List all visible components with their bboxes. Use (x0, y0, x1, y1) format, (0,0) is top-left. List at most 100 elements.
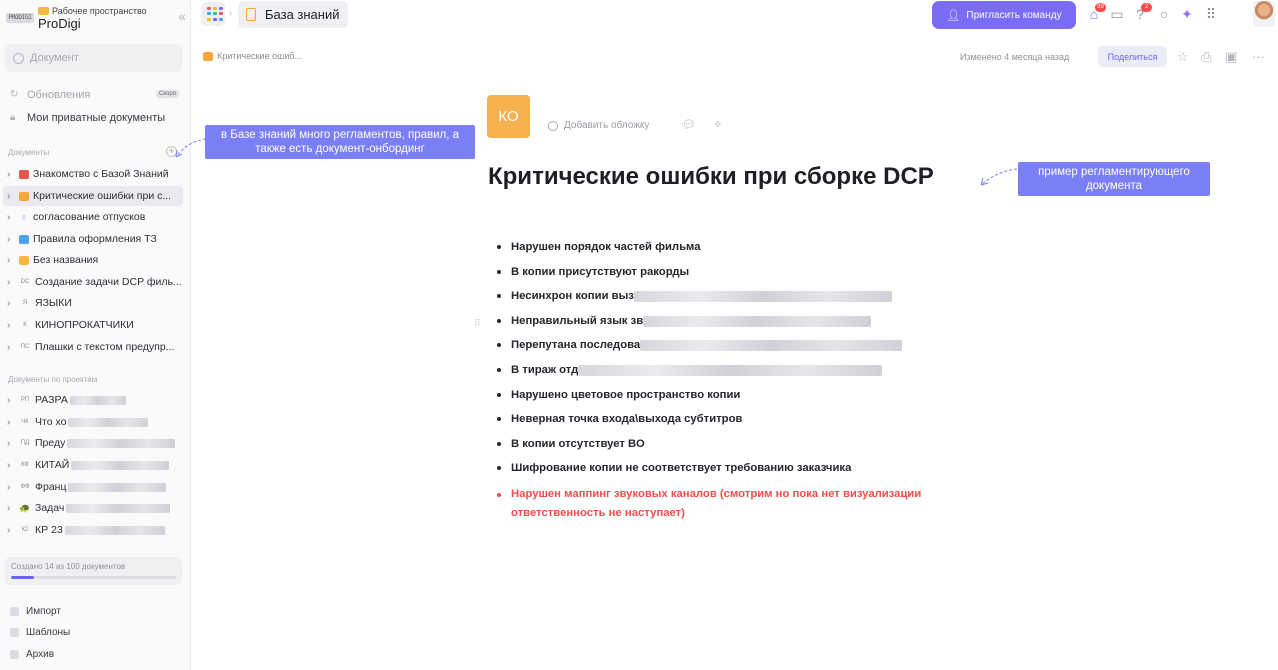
chevron-right-icon[interactable]: › (7, 525, 17, 536)
chevron-right-icon[interactable]: › (7, 482, 17, 493)
workspace-switcher[interactable]: PRODIGI Рабочее пространство ProDigi (6, 2, 186, 34)
list-item[interactable]: В тираж отд (497, 364, 883, 376)
document-initials-icon: ПС (20, 343, 30, 350)
search-box[interactable] (5, 44, 182, 72)
tree-item[interactable]: › Знакомство с Базой Знаний (3, 164, 183, 184)
add-cover-button[interactable]: Добавить обложку (548, 120, 649, 131)
more-icon[interactable]: ··· (1252, 49, 1265, 64)
list-item-text: Шифрование копии не соответствует требов… (511, 462, 852, 474)
chevron-right-icon[interactable]: › (7, 169, 17, 180)
chevron-right-icon[interactable]: › (7, 234, 17, 245)
home-icon[interactable]: ⌂ 99 (1086, 3, 1106, 22)
sidebar-item-label: Мои приватные документы (27, 112, 166, 124)
share-button[interactable]: Поделиться (1098, 46, 1167, 67)
sparkle-icon[interactable]: ✧ (713, 118, 722, 131)
tab-knowledge-base[interactable]: База знаний (238, 1, 348, 28)
tree-item[interactable]: › 🐢 Задач (3, 498, 183, 518)
document-initials-icon: ЧК (21, 418, 29, 425)
blurred-text (633, 290, 892, 302)
import-link[interactable]: Импорт (10, 606, 61, 617)
bullet-dot (497, 393, 501, 397)
collapse-sidebar-icon[interactable]: « (178, 8, 186, 24)
apps-grid-icon[interactable] (201, 2, 225, 26)
list-item[interactable]: В копии отсутствует ВО (497, 438, 645, 450)
search-icon (13, 52, 24, 64)
tree-item[interactable]: › Я ЯЗЫКИ (3, 293, 183, 313)
quota-text: Создано 14 из 100 документов (11, 562, 126, 571)
chevron-right-icon[interactable]: › (7, 212, 17, 223)
tree-item[interactable]: › ПД Преду (3, 433, 183, 453)
document-initials-icon: К2 (21, 526, 29, 533)
list-item[interactable]: Перепутана последова (497, 339, 903, 351)
blurred-text (71, 460, 170, 470)
invite-team-button[interactable]: 👤︎ Пригласить команду (932, 1, 1076, 29)
chevron-right-icon[interactable]: › (7, 298, 17, 309)
tree-item-label: Создание задачи DCP филь... (35, 276, 182, 288)
search-icon[interactable]: ○ (1156, 6, 1172, 22)
list-item-text: Неправильный язык зв (511, 315, 644, 327)
save-icon[interactable]: ▣ (1225, 49, 1237, 65)
tree-item-active[interactable]: › Критические ошибки при с... (3, 186, 183, 206)
sidebar-item-private-docs[interactable]: 🔒︎ Мои приватные документы (10, 110, 165, 126)
list-item[interactable]: Нарушено цветовое пространство копии (497, 389, 740, 401)
sidebar-item-updates[interactable]: ↻ Обновления (10, 87, 90, 103)
chevron-right-icon[interactable]: › (7, 417, 17, 428)
tree-item[interactable]: › РП РАЗРА (3, 390, 183, 410)
folder-icon[interactable]: ▭ (1109, 6, 1125, 22)
list-item[interactable]: Неверная точка входа\выхода субтитров (497, 413, 742, 425)
tree-item[interactable]: › DC Создание задачи DCP филь... (3, 272, 183, 292)
list-item[interactable]: Несинхрон копии выз (497, 290, 892, 302)
tree-item[interactable]: › ♀ согласование отпусков (3, 207, 183, 227)
bullet-dot (497, 442, 501, 446)
modified-timestamp: Изменено 4 месяца назад (960, 52, 1070, 62)
user-avatar[interactable] (1253, 1, 1275, 27)
tree-item[interactable]: › Правила оформления ТЗ (3, 229, 183, 249)
tree-item[interactable]: › Без названия (3, 250, 183, 270)
archive-link[interactable]: Архив (10, 649, 54, 660)
comment-icon[interactable]: 💬︎ (682, 118, 696, 131)
document-avatar[interactable]: КО (487, 95, 530, 138)
document-breadcrumb[interactable]: Критические ошиб... (203, 51, 302, 61)
annotation-arrow-right (980, 168, 1018, 186)
chevron-right-icon[interactable]: › (7, 438, 17, 449)
chevron-right-icon[interactable]: › (7, 255, 17, 266)
document-title[interactable]: Критические ошибки при сборке DCP (488, 164, 958, 189)
print-icon[interactable]: ⎙ (1201, 49, 1211, 65)
tree-item[interactable]: › ЧК Что хо (3, 412, 183, 432)
star-icon[interactable]: ☆ (1177, 49, 1189, 65)
tree-item[interactable]: › ПС Плашки с текстом предупр... (3, 337, 183, 357)
chevron-right-icon[interactable]: › (7, 395, 17, 406)
drag-handle-icon[interactable]: ⠿ (474, 318, 481, 329)
grid-icon[interactable]: ⠿ (1203, 6, 1219, 22)
help-icon[interactable]: ? 2 (1132, 3, 1152, 22)
tree-item-label: РАЗРА (35, 394, 68, 406)
chevron-right-icon[interactable]: › (7, 342, 17, 353)
topbar: › База знаний 👤︎ Пригласить команду ⌂ 99… (191, 0, 1278, 36)
breadcrumb-label: Критические ошиб... (217, 51, 302, 61)
chevron-right-icon[interactable]: › (7, 191, 17, 202)
list-item[interactable]: В копии присутствуют ракорды (497, 266, 689, 278)
chevron-right-icon[interactable]: › (7, 320, 17, 331)
sparkle-icon[interactable]: ✦ (1179, 6, 1195, 22)
chevron-right-icon[interactable]: › (7, 277, 17, 288)
search-input[interactable] (30, 52, 170, 64)
chevron-right-icon[interactable]: › (7, 503, 17, 514)
blurred-text (68, 417, 149, 427)
tree-item[interactable]: › ФФ Франц (3, 477, 183, 497)
tree-item-label: КИТАЙ (35, 459, 70, 471)
chevron-right-icon[interactable]: › (7, 460, 17, 471)
tree-item[interactable]: › К2 КР 23 (3, 520, 183, 540)
tree-item[interactable]: › КФ КИТАЙ (3, 455, 183, 475)
tree-item[interactable]: › К КИНОПРОКАТЧИКИ (3, 315, 183, 335)
list-item[interactable]: Неправильный язык зв (497, 315, 872, 327)
list-item-highlighted[interactable]: Нарушен маппинг звуковых каналов (смотри… (497, 485, 967, 523)
list-item-text: Неверная точка входа\выхода субтитров (511, 413, 743, 425)
lightbulb-icon: ♀ (20, 211, 28, 222)
document-initials-icon: ПД (20, 439, 30, 446)
list-item[interactable]: Нарушен порядок частей фильма (497, 241, 701, 253)
list-item[interactable]: Шифрование копии не соответствует требов… (497, 462, 851, 474)
tree-item-label: Франц (35, 481, 67, 493)
document-initials-icon: ФФ (20, 483, 30, 490)
blurred-text (66, 503, 171, 513)
templates-link[interactable]: Шаблоны (10, 627, 70, 638)
